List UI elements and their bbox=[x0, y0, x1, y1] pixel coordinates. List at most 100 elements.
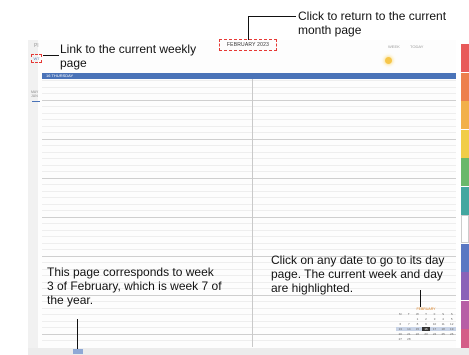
ruled-line bbox=[42, 178, 456, 179]
month-page-link[interactable]: FEBRUARY 2023 bbox=[219, 39, 277, 51]
ruled-line bbox=[42, 334, 456, 335]
week-strip-cell[interactable] bbox=[73, 349, 83, 354]
calendar-day[interactable]: 14 bbox=[404, 327, 414, 331]
week-strip-cell[interactable] bbox=[139, 349, 149, 354]
weekday-header: S bbox=[450, 312, 453, 316]
month-tab-2[interactable] bbox=[461, 101, 469, 129]
calendar-day[interactable]: 20 bbox=[396, 332, 405, 336]
month-tab-4[interactable] bbox=[461, 158, 469, 186]
mini-calendar-title: FEBRUARY bbox=[416, 307, 436, 311]
ruled-line bbox=[42, 87, 456, 88]
calendar-day[interactable]: 19 bbox=[447, 327, 456, 331]
calendar-day[interactable]: 18 bbox=[438, 327, 448, 331]
month-tab-6[interactable] bbox=[461, 215, 469, 243]
week-strip-cell[interactable] bbox=[128, 349, 138, 354]
calendar-day[interactable]: 22 bbox=[413, 332, 422, 336]
calendar-day[interactable]: 15 bbox=[413, 327, 422, 331]
annotation-month-link: Click to return to the current month pag… bbox=[298, 9, 447, 37]
calendar-day[interactable]: 11 bbox=[439, 322, 448, 326]
ruled-line bbox=[42, 327, 456, 328]
calendar-empty bbox=[439, 337, 448, 341]
weekday-header: T bbox=[425, 312, 427, 316]
ruled-line bbox=[42, 217, 456, 218]
calendar-empty bbox=[447, 337, 456, 341]
ruled-line bbox=[42, 308, 456, 309]
ruled-line bbox=[42, 197, 456, 198]
weekly-page-link[interactable]: W7 bbox=[31, 54, 42, 63]
month-tab-0[interactable] bbox=[461, 44, 469, 72]
calendar-day[interactable]: 3 bbox=[430, 317, 439, 321]
calendar-day[interactable]: 21 bbox=[405, 332, 414, 336]
ruled-line bbox=[42, 119, 456, 120]
pointer-line-weekly bbox=[43, 55, 59, 56]
week-strip-cell[interactable] bbox=[95, 349, 105, 354]
week-strip-cell[interactable] bbox=[51, 349, 61, 354]
month-tab-9[interactable] bbox=[461, 301, 469, 329]
ruled-line bbox=[42, 139, 456, 140]
week-strip-cell[interactable] bbox=[84, 349, 94, 354]
calendar-day[interactable]: 5 bbox=[447, 317, 456, 321]
week-strip-cell[interactable] bbox=[117, 349, 127, 354]
month-tab-1[interactable] bbox=[461, 73, 469, 101]
column-divider bbox=[252, 79, 253, 347]
calendar-day[interactable]: 1 bbox=[413, 317, 422, 321]
annotation-weekly-link: Link to the current weekly page bbox=[60, 42, 197, 70]
today-nav-link[interactable]: TODAY bbox=[410, 44, 423, 49]
calendar-empty bbox=[430, 337, 439, 341]
calendar-day[interactable]: 17 bbox=[430, 327, 439, 331]
calendar-empty bbox=[413, 337, 422, 341]
month-tab-5[interactable] bbox=[461, 187, 469, 215]
annotation-day-page: Click on any date to go to its day page.… bbox=[271, 253, 445, 295]
month-tab-7[interactable] bbox=[461, 244, 469, 272]
ruled-line bbox=[42, 210, 456, 211]
week-strip-cell[interactable] bbox=[106, 349, 116, 354]
side-text-1: JUN bbox=[31, 94, 38, 98]
week-strip-cell[interactable] bbox=[40, 349, 50, 354]
calendar-empty bbox=[422, 337, 431, 341]
ruled-line bbox=[42, 340, 456, 341]
ruled-line bbox=[42, 184, 456, 185]
ruled-line bbox=[42, 132, 456, 133]
ruled-line bbox=[42, 204, 456, 205]
ruled-line bbox=[42, 223, 456, 224]
ruled-line bbox=[42, 314, 456, 315]
ruled-line bbox=[42, 126, 456, 127]
calendar-day[interactable]: 9 bbox=[422, 322, 431, 326]
day-header-bar: 16 THURSDAY bbox=[42, 73, 456, 79]
ruled-line bbox=[42, 158, 456, 159]
calendar-empty bbox=[405, 317, 414, 321]
calendar-day[interactable]: 8 bbox=[413, 322, 422, 326]
week-nav-link[interactable]: WEEK bbox=[388, 44, 400, 49]
weekday-header: W bbox=[416, 312, 419, 316]
week-strip-cell[interactable] bbox=[62, 349, 72, 354]
weekday-header: T bbox=[407, 312, 410, 316]
side-mini-text: MAY JUN bbox=[31, 90, 38, 98]
calendar-day[interactable]: 23 bbox=[422, 332, 431, 336]
weekday-header: M bbox=[399, 312, 402, 316]
pointer-line-daypage bbox=[420, 290, 421, 307]
calendar-empty bbox=[396, 317, 405, 321]
calendar-day[interactable]: 27 bbox=[396, 337, 405, 341]
week-strip-cell[interactable] bbox=[150, 349, 160, 354]
week-strip-cell[interactable] bbox=[161, 349, 171, 354]
calendar-day[interactable]: 2 bbox=[422, 317, 431, 321]
left-strip bbox=[28, 40, 38, 348]
calendar-day[interactable]: 26 bbox=[447, 332, 456, 336]
calendar-day[interactable]: 24 bbox=[430, 332, 439, 336]
calendar-day[interactable]: 10 bbox=[430, 322, 439, 326]
calendar-day[interactable]: 6 bbox=[396, 322, 405, 326]
month-tab-3[interactable] bbox=[461, 130, 469, 158]
ruled-line bbox=[42, 145, 456, 146]
ruled-line bbox=[42, 165, 456, 166]
month-tab-8[interactable] bbox=[461, 272, 469, 300]
calendar-day[interactable]: 4 bbox=[439, 317, 448, 321]
calendar-day[interactable]: 13 bbox=[396, 327, 405, 331]
calendar-day[interactable]: 7 bbox=[405, 322, 414, 326]
ruled-line bbox=[42, 191, 456, 192]
sun-icon bbox=[385, 57, 392, 64]
pointer-line-month-v bbox=[248, 16, 249, 40]
calendar-day[interactable]: 25 bbox=[439, 332, 448, 336]
calendar-day[interactable]: 12 bbox=[447, 322, 456, 326]
calendar-day[interactable]: 28 bbox=[405, 337, 414, 341]
calendar-day[interactable]: 16 bbox=[421, 327, 431, 331]
